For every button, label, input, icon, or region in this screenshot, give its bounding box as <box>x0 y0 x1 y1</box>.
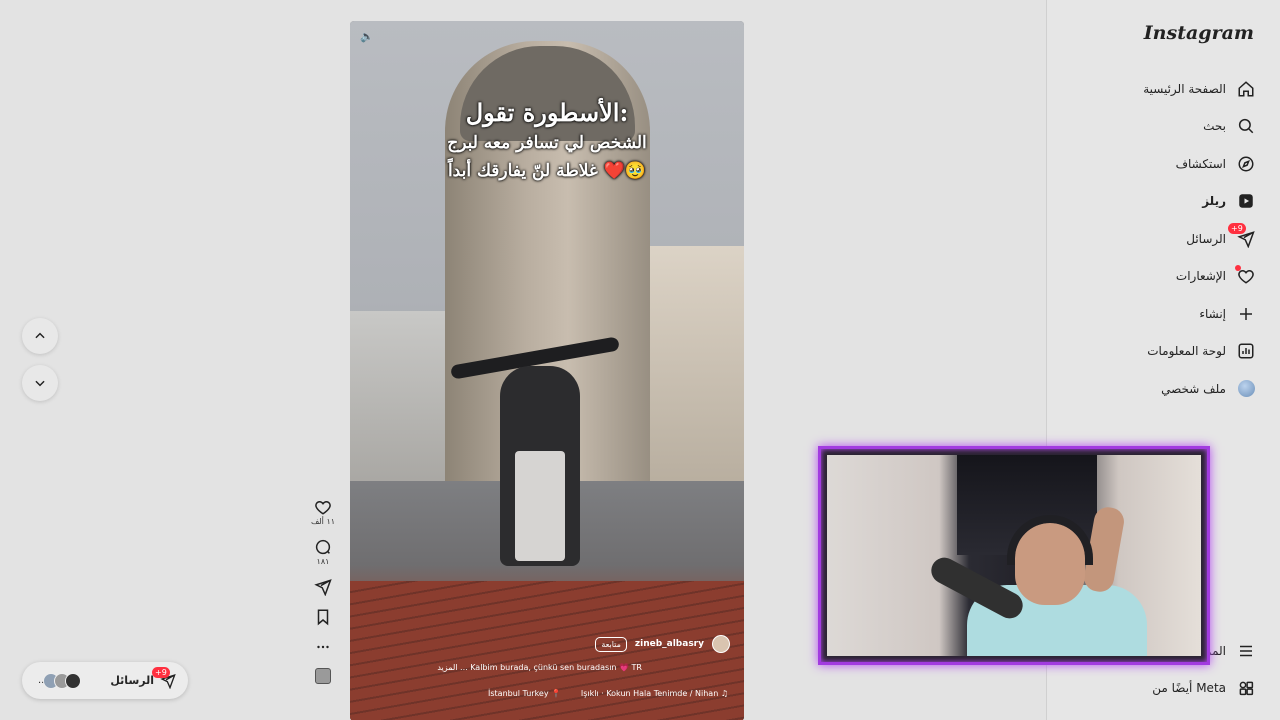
reel-caption[interactable]: Kalbim burada, çünkü sen buradasın 💗 TR … <box>437 663 642 672</box>
compass-icon <box>1236 154 1256 174</box>
mute-icon[interactable]: 🔈 <box>360 30 374 43</box>
author-username[interactable]: zineb_albasry <box>635 639 704 649</box>
heart-icon <box>315 500 331 515</box>
previous-reel-button[interactable] <box>22 318 58 354</box>
follow-button[interactable]: متابعة <box>595 636 627 652</box>
instagram-reels-page: 🔈 الأسطورة تقول: الشخص لي تسافر معه لبرج… <box>0 0 1280 720</box>
messages-badge: +9 <box>1228 222 1246 234</box>
menu-icon <box>1236 641 1256 661</box>
messenger-icon: +9 <box>1228 222 1256 249</box>
next-reel-button[interactable] <box>22 365 58 401</box>
more-dots-icon <box>317 645 329 649</box>
chevron-up-icon <box>35 332 45 339</box>
sidebar-item-dashboard[interactable]: لوحة المعلومات <box>1046 333 1280 371</box>
sidebar-item-label: لوحة المعلومات <box>1147 344 1226 359</box>
sidebar-nav: الصفحة الرئيسية بحث استكشاف ريلز +9 الرس… <box>1046 70 1280 408</box>
couple-legs <box>515 451 565 561</box>
reels-icon <box>1236 191 1256 211</box>
home-icon <box>1236 79 1256 99</box>
webcam-feed <box>827 455 1201 656</box>
audio-thumbnail[interactable] <box>315 668 331 684</box>
left-building <box>350 311 460 501</box>
sidebar-item-create[interactable]: إنشاء <box>1046 295 1280 333</box>
share-action[interactable] <box>306 578 340 596</box>
messages-pill[interactable]: +9 الرسائل ... <box>22 662 188 699</box>
sidebar-item-notifications[interactable]: الإشعارات <box>1046 258 1280 296</box>
chevron-down-icon <box>35 380 45 387</box>
sidebar-item-label: إنشاء <box>1199 306 1226 321</box>
reel-location[interactable]: 📍 İstanbul Turkey <box>488 689 561 698</box>
reel-info: zineb_albasry متابعة Kalbim burada, çünk… <box>350 631 744 720</box>
sidebar-item-search[interactable]: بحث <box>1046 108 1280 146</box>
overlay-line-1: الأسطورة تقول: <box>465 98 629 127</box>
search-icon <box>1236 116 1256 136</box>
right-building <box>634 246 744 486</box>
sidebar-item-label: استكشاف <box>1175 156 1226 171</box>
sidebar-item-label: ريلز <box>1202 194 1226 209</box>
instagram-logo[interactable]: Instagram <box>1144 22 1254 44</box>
more-action[interactable] <box>306 638 340 656</box>
sidebar-item-label: الصفحة الرئيسية <box>1143 81 1226 96</box>
sidebar-item-meta[interactable]: أيضًا من Meta <box>1046 669 1280 706</box>
sidebar-item-label: بحث <box>1203 119 1226 134</box>
comment-count: ١٨١ <box>316 557 330 566</box>
sidebar-item-label: أيضًا من Meta <box>1152 680 1226 695</box>
reel-video[interactable]: 🔈 الأسطورة تقول: الشخص لي تسافر معه لبرج… <box>350 21 744 720</box>
messages-label: الرسائل <box>110 674 154 687</box>
sidebar-item-home[interactable]: الصفحة الرئيسية <box>1046 70 1280 108</box>
sidebar-item-reels[interactable]: ريلز <box>1046 183 1280 221</box>
messages-badge: +9 <box>152 666 170 678</box>
location-name: İstanbul Turkey <box>488 689 549 698</box>
like-count: ١١ ألف <box>310 517 336 526</box>
music-note-icon: ♫ <box>718 689 728 698</box>
like-action[interactable]: ١١ ألف <box>306 498 340 526</box>
reel-overlay-text: الأسطورة تقول: الشخص لي تسافر معه لبرج غ… <box>350 97 744 185</box>
sidebar-item-profile[interactable]: ملف شخصي <box>1046 370 1280 408</box>
sidebar-item-label: الإشعارات <box>1175 269 1226 284</box>
messenger-icon-wrap: +9 <box>152 666 176 689</box>
audio-title: Işıklı · Kokun Hala Tenimde / Nihan <box>580 689 719 698</box>
author-avatar[interactable] <box>712 635 730 653</box>
meta-apps-icon <box>1236 678 1256 698</box>
reel-actions: ١١ ألف ١٨١ <box>306 498 340 684</box>
save-action[interactable] <box>306 608 340 626</box>
overlay-line-2: الشخص لي تسافر معه لبرج <box>447 133 647 153</box>
share-icon <box>314 579 332 596</box>
overlay-line-3: غلاطة لنّ يفارقك أبداً ❤️🥹 <box>447 161 647 181</box>
avatar <box>64 672 81 689</box>
profile-avatar <box>1236 379 1256 399</box>
dashboard-icon <box>1236 341 1256 361</box>
sidebar-item-label: الرسائل <box>1186 231 1226 246</box>
comment-icon <box>315 539 331 555</box>
sidebar-item-messages[interactable]: +9 الرسائل <box>1046 220 1280 258</box>
streamer-webcam <box>818 446 1210 665</box>
plus-icon <box>1236 304 1256 324</box>
reel-author: zineb_albasry متابعة <box>595 635 730 653</box>
reel-audio[interactable]: ♫ Işıklı · Kokun Hala Tenimde / Nihan <box>581 689 728 698</box>
heart-icon <box>1235 265 1256 286</box>
conversation-avatars: ... <box>34 672 81 689</box>
comment-action[interactable]: ١٨١ <box>306 538 340 566</box>
location-pin-icon: 📍 <box>548 689 562 698</box>
bookmark-icon <box>317 609 329 626</box>
sidebar-item-label: ملف شخصي <box>1161 381 1226 396</box>
sidebar-item-explore[interactable]: استكشاف <box>1046 145 1280 183</box>
